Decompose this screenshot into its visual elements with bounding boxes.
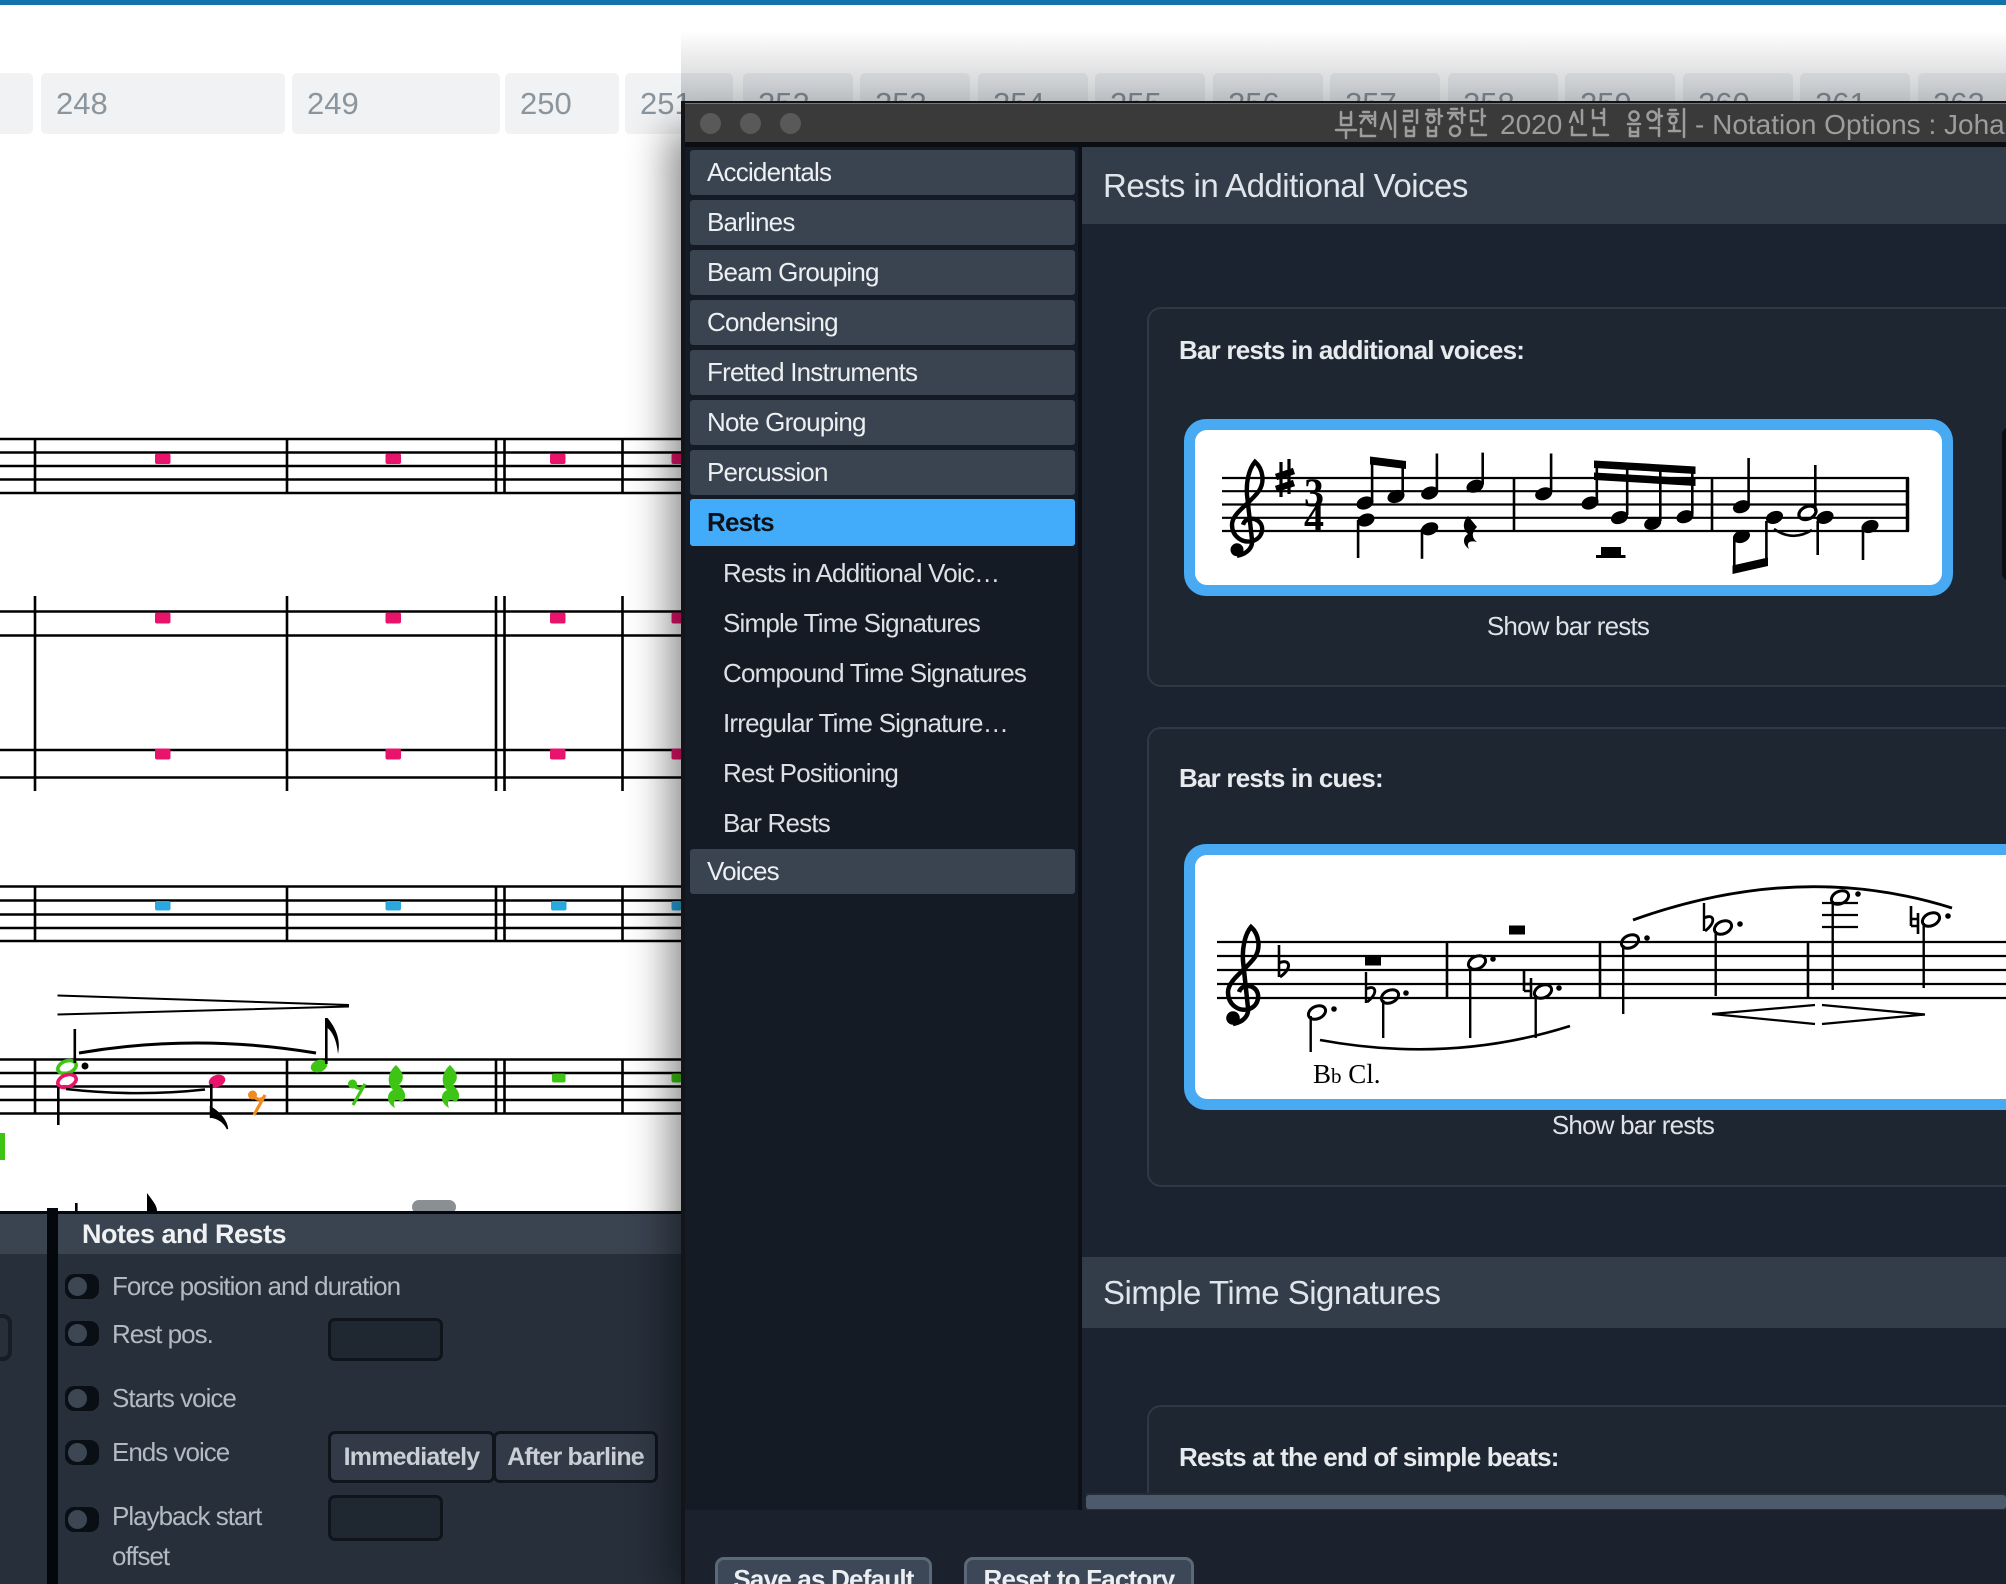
svg-text:- Notation Options : Joha: - Notation Options : Joha [1695,109,2005,140]
svg-text:4: 4 [1304,495,1324,540]
svg-text:2020: 2020 [1500,109,1562,140]
svg-text:Bb Cl.: Bb Cl. [1313,1059,1381,1089]
